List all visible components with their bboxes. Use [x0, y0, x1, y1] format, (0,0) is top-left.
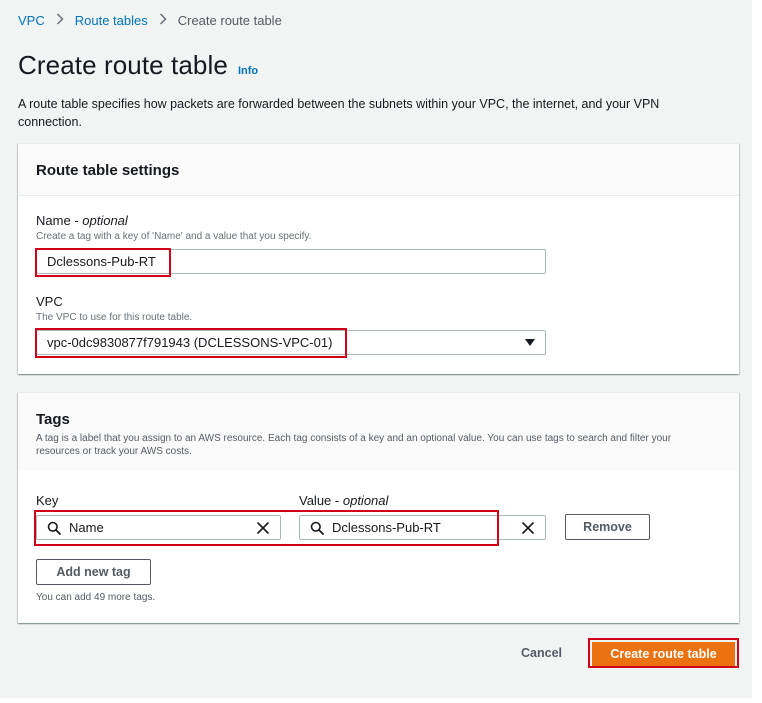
- tag-value-header: Value - optional: [299, 493, 388, 508]
- caret-down-icon: [525, 339, 535, 346]
- tag-value-value: Dclessons-Pub-RT: [332, 520, 441, 535]
- search-icon: [47, 521, 61, 535]
- page: VPC Route tables Create route table Crea…: [0, 0, 752, 698]
- tags-remaining-hint: You can add 49 more tags.: [36, 592, 156, 603]
- add-new-tag-button[interactable]: Add new tag: [36, 559, 151, 585]
- breadcrumb-route-tables[interactable]: Route tables: [75, 13, 148, 28]
- chevron-right-icon: [159, 13, 167, 28]
- vpc-field-label: VPC: [36, 294, 63, 309]
- tag-key-input[interactable]: Name: [36, 515, 281, 540]
- info-link[interactable]: Info: [238, 65, 258, 77]
- name-input-value: Dclessons-Pub-RT: [47, 254, 156, 269]
- breadcrumb-vpc[interactable]: VPC: [18, 13, 45, 28]
- settings-panel-header: Route table settings: [18, 144, 739, 196]
- cancel-button[interactable]: Cancel: [521, 646, 562, 660]
- tag-key-value: Name: [69, 520, 104, 535]
- tags-panel: Tags A tag is a label that you assign to…: [18, 392, 739, 623]
- close-icon[interactable]: [521, 521, 535, 535]
- tag-key-header: Key: [36, 493, 59, 508]
- breadcrumb: VPC Route tables Create route table: [18, 13, 282, 28]
- remove-tag-button[interactable]: Remove: [565, 514, 650, 540]
- tags-panel-title: Tags: [36, 411, 70, 428]
- breadcrumb-current: Create route table: [177, 13, 282, 28]
- route-table-settings-panel: Route table settings Name - optional Cre…: [18, 143, 739, 374]
- tag-value-header-optional: optional: [342, 493, 389, 508]
- tags-description: A tag is a label that you assign to an A…: [36, 433, 672, 457]
- name-label-text: Name -: [36, 213, 79, 228]
- tag-value-header-text: Value -: [299, 493, 340, 508]
- page-title: Create route table: [18, 50, 228, 80]
- vpc-select[interactable]: vpc-0dc9830877f791943 (DCLESSONS-VPC-01): [36, 330, 546, 355]
- name-input[interactable]: Dclessons-Pub-RT: [36, 249, 546, 274]
- name-label-optional: optional: [82, 213, 128, 228]
- close-icon[interactable]: [256, 521, 270, 535]
- title-row: Create route table Info: [18, 50, 258, 81]
- name-field-label: Name - optional: [36, 213, 128, 228]
- tag-value-clear-area[interactable]: [494, 515, 546, 540]
- search-icon: [310, 521, 324, 535]
- vpc-select-value: vpc-0dc9830877f791943 (DCLESSONS-VPC-01): [47, 335, 333, 350]
- settings-panel-title: Route table settings: [36, 162, 180, 179]
- create-route-table-button[interactable]: Create route table: [592, 642, 735, 666]
- page-description: A route table specifies how packets are …: [18, 97, 660, 129]
- vpc-field-description: The VPC to use for this route table.: [36, 312, 193, 323]
- tag-value-input[interactable]: Dclessons-Pub-RT: [299, 515, 496, 540]
- name-field-description: Create a tag with a key of 'Name' and a …: [36, 231, 312, 242]
- chevron-right-icon: [56, 13, 64, 28]
